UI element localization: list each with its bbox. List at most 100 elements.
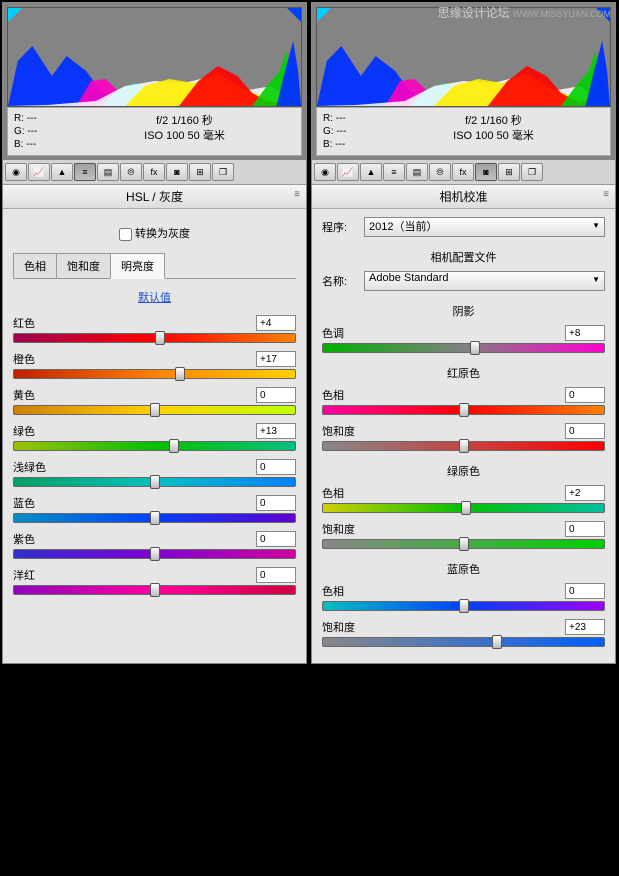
slider-value-input[interactable] bbox=[256, 531, 296, 547]
hsl-panel: R: ---G: ---B: --- f/2 1/160 秒ISO 100 50… bbox=[2, 2, 307, 664]
slider-handle[interactable] bbox=[150, 583, 160, 597]
shadow-clip-icon[interactable] bbox=[8, 8, 22, 22]
histogram-chart bbox=[317, 21, 610, 106]
slider-value-input[interactable] bbox=[256, 315, 296, 331]
slider-value-input[interactable] bbox=[565, 583, 605, 599]
slider-track[interactable] bbox=[322, 539, 605, 549]
presets-icon[interactable]: ⊞ bbox=[498, 163, 520, 181]
hsl-icon[interactable]: ≡ bbox=[383, 163, 405, 181]
snapshot-icon[interactable]: ❐ bbox=[521, 163, 543, 181]
tab-hue[interactable]: 色相 bbox=[13, 253, 57, 278]
snapshot-icon[interactable]: ❐ bbox=[212, 163, 234, 181]
slider-handle[interactable] bbox=[150, 547, 160, 561]
slider-value-input[interactable] bbox=[256, 423, 296, 439]
slider-value-input[interactable] bbox=[256, 495, 296, 511]
slider-handle[interactable] bbox=[459, 599, 469, 613]
panel-toolbar: ◉ 📈 ▲ ≡ ▤ ⦾ fx ◙ ⊞ ❐ bbox=[3, 160, 306, 185]
exif-row: R: ---G: ---B: --- f/2 1/160 秒ISO 100 50… bbox=[316, 107, 611, 156]
section-title: 相机校准 ≡ bbox=[312, 185, 615, 209]
slider-value-input[interactable] bbox=[565, 325, 605, 341]
slider-value-input[interactable] bbox=[565, 387, 605, 403]
detail-icon[interactable]: ▲ bbox=[51, 163, 73, 181]
slider-track[interactable] bbox=[13, 513, 296, 523]
slider-value-input[interactable] bbox=[565, 485, 605, 501]
hsl-icon[interactable]: ≡ bbox=[74, 163, 96, 181]
lens-icon[interactable]: ⦾ bbox=[120, 163, 142, 181]
slider-handle[interactable] bbox=[150, 511, 160, 525]
slider-handle[interactable] bbox=[155, 331, 165, 345]
slider-handle[interactable] bbox=[175, 367, 185, 381]
slider-value-input[interactable] bbox=[565, 619, 605, 635]
slider-handle[interactable] bbox=[459, 537, 469, 551]
fx-icon[interactable]: fx bbox=[143, 163, 165, 181]
slider-track[interactable] bbox=[13, 477, 296, 487]
slider-track[interactable] bbox=[13, 441, 296, 451]
slider-handle[interactable] bbox=[459, 439, 469, 453]
slider-handle[interactable] bbox=[461, 501, 471, 515]
calibration-panel: R: ---G: ---B: --- f/2 1/160 秒ISO 100 50… bbox=[311, 2, 616, 664]
basic-icon[interactable]: ◉ bbox=[314, 163, 336, 181]
slider-handle[interactable] bbox=[492, 635, 502, 649]
detail-icon[interactable]: ▲ bbox=[360, 163, 382, 181]
highlight-clip-icon[interactable] bbox=[596, 8, 610, 22]
name-label: 名称: bbox=[322, 273, 358, 289]
histogram[interactable] bbox=[7, 7, 302, 107]
slider-value-input[interactable] bbox=[256, 567, 296, 583]
slider-value-input[interactable] bbox=[256, 351, 296, 367]
slider-handle[interactable] bbox=[150, 475, 160, 489]
slider-row: 橙色 bbox=[13, 351, 296, 379]
slider-value-input[interactable] bbox=[565, 521, 605, 537]
default-link[interactable]: 默认值 bbox=[13, 289, 296, 305]
lens-icon[interactable]: ⦾ bbox=[429, 163, 451, 181]
slider-track[interactable] bbox=[13, 333, 296, 343]
camera-icon[interactable]: ◙ bbox=[475, 163, 497, 181]
slider-track[interactable] bbox=[322, 343, 605, 353]
slider-track[interactable] bbox=[322, 637, 605, 647]
process-select[interactable]: 2012（当前） bbox=[364, 217, 605, 237]
slider-track[interactable] bbox=[322, 405, 605, 415]
slider-row: 绿色 bbox=[13, 423, 296, 451]
group-title: 绿原色 bbox=[322, 463, 605, 479]
tab-saturation[interactable]: 饱和度 bbox=[56, 253, 111, 278]
basic-icon[interactable]: ◉ bbox=[5, 163, 27, 181]
slider-handle[interactable] bbox=[459, 403, 469, 417]
curve-icon[interactable]: 📈 bbox=[337, 163, 359, 181]
calibration-content: 程序: 2012（当前） 相机配置文件 名称: Adobe Standard 阴… bbox=[312, 209, 615, 663]
slider-track[interactable] bbox=[322, 441, 605, 451]
slider-row: 黄色 bbox=[13, 387, 296, 415]
slider-label: 饱和度 bbox=[322, 423, 355, 439]
curve-icon[interactable]: 📈 bbox=[28, 163, 50, 181]
slider-row: 紫色 bbox=[13, 531, 296, 559]
slider-row: 饱和度 bbox=[322, 619, 605, 647]
slider-handle[interactable] bbox=[169, 439, 179, 453]
highlight-clip-icon[interactable] bbox=[287, 8, 301, 22]
section-menu-icon[interactable]: ≡ bbox=[603, 189, 609, 200]
slider-track[interactable] bbox=[13, 585, 296, 595]
slider-handle[interactable] bbox=[470, 341, 480, 355]
split-icon[interactable]: ▤ bbox=[406, 163, 428, 181]
shadow-clip-icon[interactable] bbox=[317, 8, 331, 22]
fx-icon[interactable]: fx bbox=[452, 163, 474, 181]
slider-row: 浅绿色 bbox=[13, 459, 296, 487]
slider-label: 绿色 bbox=[13, 423, 35, 439]
slider-value-input[interactable] bbox=[565, 423, 605, 439]
camera-icon[interactable]: ◙ bbox=[166, 163, 188, 181]
slider-value-input[interactable] bbox=[256, 459, 296, 475]
grayscale-checkbox[interactable] bbox=[119, 228, 132, 241]
presets-icon[interactable]: ⊞ bbox=[189, 163, 211, 181]
tab-luminance[interactable]: 明亮度 bbox=[110, 253, 165, 279]
exif-row: R: ---G: ---B: --- f/2 1/160 秒ISO 100 50… bbox=[7, 107, 302, 156]
slider-track[interactable] bbox=[13, 369, 296, 379]
slider-row: 色相 bbox=[322, 485, 605, 513]
histogram-area: R: ---G: ---B: --- f/2 1/160 秒ISO 100 50… bbox=[3, 3, 306, 160]
split-icon[interactable]: ▤ bbox=[97, 163, 119, 181]
profile-select[interactable]: Adobe Standard bbox=[364, 271, 605, 291]
histogram[interactable] bbox=[316, 7, 611, 107]
section-menu-icon[interactable]: ≡ bbox=[294, 189, 300, 200]
slider-track[interactable] bbox=[13, 549, 296, 559]
slider-track[interactable] bbox=[322, 503, 605, 513]
slider-track[interactable] bbox=[322, 601, 605, 611]
slider-handle[interactable] bbox=[150, 403, 160, 417]
slider-value-input[interactable] bbox=[256, 387, 296, 403]
slider-track[interactable] bbox=[13, 405, 296, 415]
